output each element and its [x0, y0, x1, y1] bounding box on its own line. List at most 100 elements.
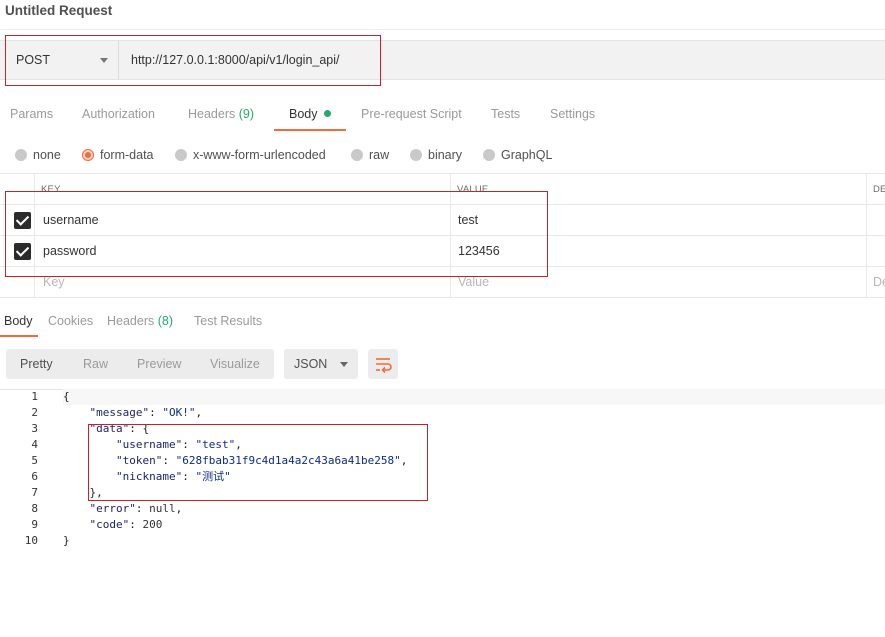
tab-headers[interactable]: Headers (9): [188, 97, 254, 131]
radio-selected-icon: [82, 149, 94, 161]
line-number: 3: [31, 422, 38, 435]
line-number: 9: [31, 518, 38, 531]
code-line: "nickname": "测试": [115, 470, 231, 483]
tab-response-headers-label: Headers: [107, 314, 155, 328]
tab-body-label: Body: [289, 107, 318, 121]
column-description: DE: [873, 184, 885, 195]
tab-settings[interactable]: Settings: [550, 97, 595, 131]
method-label: POST: [16, 53, 51, 67]
json-string: "OK!": [162, 406, 196, 419]
tab-headers-count: (9): [238, 107, 255, 121]
row-value[interactable]: test: [458, 205, 478, 236]
radio-urlencoded[interactable]: x-www-form-urlencoded: [175, 145, 326, 165]
line-number: 7: [31, 486, 38, 499]
wrap-lines-button[interactable]: [368, 349, 398, 379]
table-row-new: Key Value De: [0, 267, 885, 298]
json-key: "token": [115, 454, 163, 467]
line-number: 8: [31, 502, 38, 515]
new-key-input[interactable]: Key: [43, 267, 65, 298]
url-input[interactable]: http://127.0.0.1:8000/api/v1/login_api/: [131, 41, 340, 79]
row-key[interactable]: password: [43, 236, 97, 267]
code-line: "username": "test",: [115, 438, 242, 451]
radio-icon: [410, 149, 422, 161]
column-value: VALUE: [457, 184, 489, 195]
json-key: "data": [89, 422, 130, 435]
line-number: 6: [31, 470, 38, 483]
radio-icon: [175, 149, 187, 161]
radio-none-label: none: [33, 148, 61, 162]
radio-icon: [483, 149, 495, 161]
json-string: "628fbab31f9c4d1a4a2c43a6a41be258": [175, 454, 401, 467]
code-line: {: [63, 389, 885, 405]
code-line: "message": "OK!",: [89, 406, 203, 419]
format-select[interactable]: JSON: [284, 349, 358, 379]
json-key: "message": [89, 406, 150, 419]
json-string: "test": [195, 438, 236, 451]
view-raw-button[interactable]: Raw: [83, 349, 108, 379]
radio-urlencoded-label: x-www-form-urlencoded: [193, 148, 326, 162]
tab-tests[interactable]: Tests: [491, 97, 520, 131]
radio-icon: [15, 149, 27, 161]
radio-form-data[interactable]: form-data: [82, 145, 154, 165]
line-number: 10: [24, 534, 38, 547]
row-key[interactable]: username: [43, 205, 99, 236]
radio-raw-label: raw: [369, 148, 390, 162]
tab-response-headers[interactable]: Headers (8): [107, 305, 173, 337]
body-type-radios: none form-data x-www-form-urlencoded raw…: [0, 145, 885, 165]
radio-graphql[interactable]: GraphQL: [483, 145, 552, 165]
tab-response-headers-count: (8): [157, 314, 174, 328]
radio-binary-label: binary: [428, 148, 463, 162]
chevron-down-icon: [340, 362, 348, 367]
new-value-input[interactable]: Value: [458, 267, 489, 298]
column-divider: [34, 173, 35, 298]
response-tabs: Body Cookies Headers (8) Test Results: [0, 305, 885, 337]
wrap-lines-icon: [376, 358, 392, 374]
code-line: "code": 200: [89, 518, 163, 531]
tab-params[interactable]: Params: [10, 97, 53, 131]
code-line: "token": "628fbab31f9c4d1a4a2c43a6a41be2…: [115, 454, 408, 467]
radio-raw[interactable]: raw: [351, 145, 389, 165]
row-value[interactable]: 123456: [458, 236, 500, 267]
table-row: password 123456: [0, 236, 885, 267]
line-number: 5: [31, 454, 38, 467]
json-key: "username": [115, 438, 183, 451]
json-key: "nickname": [115, 470, 183, 483]
code-line: "data": {: [89, 422, 150, 435]
table-header: KEY VALUE DE: [0, 173, 885, 205]
checkbox-checked-icon[interactable]: [14, 243, 31, 260]
tab-test-results[interactable]: Test Results: [194, 305, 262, 337]
tab-cookies[interactable]: Cookies: [48, 305, 93, 337]
line-number: 1: [31, 390, 38, 403]
method-select[interactable]: POST: [7, 41, 119, 79]
view-mode-group: Pretty Raw Preview Visualize: [6, 349, 274, 379]
radio-form-data-label: form-data: [100, 148, 154, 162]
column-divider: [450, 173, 451, 298]
view-preview-button[interactable]: Preview: [137, 349, 181, 379]
column-divider: [866, 173, 867, 298]
tab-prerequest-script[interactable]: Pre-request Script: [361, 97, 462, 131]
table-row: username test: [0, 205, 885, 236]
json-number: 200: [142, 518, 163, 531]
line-number: 4: [31, 438, 38, 451]
checkbox-checked-icon[interactable]: [14, 212, 31, 229]
view-pretty-button[interactable]: Pretty: [20, 349, 53, 379]
radio-none[interactable]: none: [15, 145, 61, 165]
code-line: },: [63, 486, 103, 499]
radio-binary[interactable]: binary: [410, 145, 462, 165]
line-number: 2: [31, 406, 38, 419]
json-null: null: [149, 502, 176, 515]
code-line: }: [63, 534, 70, 547]
tab-response-body[interactable]: Body: [0, 305, 37, 337]
radio-icon: [351, 149, 363, 161]
tab-body[interactable]: Body: [274, 97, 345, 131]
json-key: "error": [89, 502, 136, 515]
json-key: "code": [89, 518, 130, 531]
new-description-input[interactable]: De: [873, 267, 885, 298]
tab-authorization[interactable]: Authorization: [82, 97, 155, 131]
view-visualize-button[interactable]: Visualize: [210, 349, 260, 379]
status-dot-icon: [323, 110, 331, 117]
request-title[interactable]: Untitled Request: [5, 3, 112, 18]
json-string: "测试": [195, 470, 231, 483]
chevron-down-icon: [100, 58, 108, 63]
request-bar: POST http://127.0.0.1:8000/api/v1/login_…: [0, 40, 885, 80]
